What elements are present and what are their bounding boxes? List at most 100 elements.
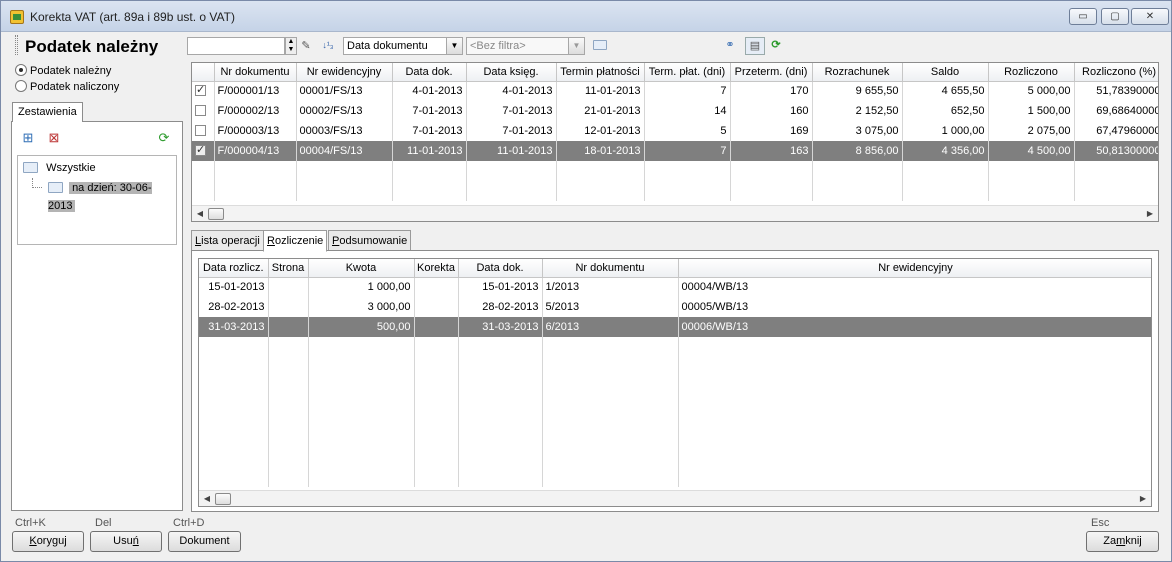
table-row[interactable]: F/000003/13 00003/FS/13 7-01-2013 7-01-2013… xyxy=(192,121,1158,141)
table-row[interactable]: 28-02-2013 3 000,00 28-02-2013 5/2013 00005/… xyxy=(199,297,1151,317)
column-header[interactable]: Nr ewidencyjny xyxy=(296,63,393,82)
add-node-icon[interactable]: ⊞ xyxy=(20,130,36,146)
scroll-right-icon[interactable]: ▶ xyxy=(1137,492,1149,505)
column-header-check[interactable] xyxy=(192,63,215,82)
table-cell: 4-01-2013 xyxy=(466,81,557,101)
tree-connector xyxy=(32,178,42,188)
column-header[interactable]: Rozliczono (%) xyxy=(1074,63,1158,82)
table-cell: 160 xyxy=(730,101,813,121)
radio-button[interactable] xyxy=(15,64,27,76)
row-checkbox-cell[interactable] xyxy=(192,81,215,101)
table-cell: 14 xyxy=(644,101,731,121)
table-cell: 15-01-2013 xyxy=(458,277,543,297)
table-cell: 31-03-2013 xyxy=(458,317,543,337)
tab-zestawienia[interactable]: Zestawienia xyxy=(12,102,83,122)
column-header[interactable]: Data dok. xyxy=(392,63,467,82)
table-cell: 00002/FS/13 xyxy=(296,101,393,121)
table-cell: 1 000,00 xyxy=(902,121,989,141)
column-header[interactable]: Przeterm. (dni) xyxy=(730,63,813,82)
table-cell: 6/2013 xyxy=(542,317,679,337)
table-row[interactable]: 31-03-2013 500,00 31-03-2013 6/2013 00006/WB… xyxy=(199,317,1151,337)
horizontal-scrollbar[interactable]: ◀ ▶ xyxy=(199,490,1151,506)
table-row[interactable]: F/000004/1300004/FS/1311-01-201311-01-20… xyxy=(192,141,1158,161)
chevron-down-icon[interactable]: ▼ xyxy=(446,38,462,54)
column-header[interactable]: Strona xyxy=(268,259,309,278)
date-field-select[interactable]: Data dokumentu ▼ xyxy=(343,37,463,55)
table-cell: 500,00 xyxy=(308,317,415,337)
horizontal-scrollbar[interactable]: ◀ ▶ xyxy=(192,205,1158,221)
close-button[interactable]: ✕ xyxy=(1131,8,1169,25)
table-row[interactable]: F/000001/1300001/FS/134-01-20134-01-2013… xyxy=(192,81,1158,101)
column-header[interactable]: Term. płat. (dni) xyxy=(644,63,731,82)
scroll-right-icon[interactable]: ▶ xyxy=(1144,207,1156,220)
title-bar: Korekta VAT (art. 89a i 89b ust. o VAT) … xyxy=(1,1,1171,32)
documents-header-row: Nr dokumentu Nr ewidencyjny Data dok. Da… xyxy=(192,63,1158,82)
column-header[interactable]: Rozrachunek xyxy=(812,63,903,82)
column-header[interactable]: Saldo xyxy=(902,63,989,82)
usun-button[interactable]: Usuń xyxy=(90,531,162,552)
table-cell xyxy=(414,277,459,297)
row-checkbox[interactable] xyxy=(195,104,206,116)
radio-podatek-naliczony[interactable]: Podatek naliczony xyxy=(15,80,119,95)
table-cell: 5 000,00 xyxy=(988,81,1075,101)
toolbar-grip xyxy=(15,35,18,55)
column-header[interactable]: Data dok. xyxy=(458,259,543,278)
column-header[interactable]: Data księg. xyxy=(466,63,557,82)
dokument-button[interactable]: Dokument xyxy=(168,531,241,552)
table-cell: 31-03-2013 xyxy=(199,317,269,337)
scroll-thumb[interactable] xyxy=(215,493,231,505)
row-checkbox[interactable] xyxy=(195,83,206,96)
refresh-icon[interactable]: ⟳ xyxy=(769,38,783,52)
table-cell: 1/2013 xyxy=(542,277,679,297)
tree-node-root[interactable]: Wszystkie xyxy=(23,159,96,177)
row-checkbox-cell[interactable] xyxy=(192,121,215,141)
radio-podatek-nalezny[interactable]: Podatek należny xyxy=(15,64,111,79)
column-header[interactable]: Rozliczono xyxy=(988,63,1075,82)
row-checkbox-cell[interactable] xyxy=(192,101,215,121)
tab-lista-operacji[interactable]: Lista operacji xyxy=(191,230,264,251)
search-input[interactable] xyxy=(187,37,285,55)
table-view-icon[interactable]: ▤ xyxy=(745,37,765,55)
row-checkbox[interactable] xyxy=(195,143,206,156)
chevron-down-icon[interactable]: ▼ xyxy=(568,38,584,54)
table-cell: 2 152,50 xyxy=(812,101,903,121)
column-header[interactable]: Korekta xyxy=(414,259,459,278)
table-cell: 51,78390000 xyxy=(1074,81,1158,101)
search-spinner[interactable]: ▲ ▼ xyxy=(285,37,297,55)
minimize-button[interactable]: ▭ xyxy=(1069,8,1097,25)
column-header[interactable]: Data rozlicz. xyxy=(199,259,269,278)
pencil-icon[interactable]: ✎ xyxy=(299,39,313,53)
scroll-thumb[interactable] xyxy=(208,208,224,220)
folder-icon[interactable] xyxy=(593,38,607,52)
row-checkbox-cell[interactable] xyxy=(192,141,215,161)
column-header[interactable]: Nr dokumentu xyxy=(214,63,297,82)
zamknij-button[interactable]: Zamknij xyxy=(1086,531,1159,552)
table-cell: 2 075,00 xyxy=(988,121,1075,141)
refresh-icon[interactable]: ⟳ xyxy=(156,130,172,146)
column-header[interactable]: Nr dokumentu xyxy=(542,259,679,278)
maximize-button[interactable]: ▢ xyxy=(1101,8,1129,25)
tab-rozliczenie[interactable]: Rozliczenie xyxy=(263,230,328,252)
table-cell: 3 000,00 xyxy=(308,297,415,317)
window-title: Korekta VAT (art. 89a i 89b ust. o VAT) xyxy=(30,10,235,24)
zamknij-shortcut: Esc xyxy=(1091,517,1110,529)
tab-podsumowanie[interactable]: Podsumowanie xyxy=(328,230,412,251)
column-header[interactable]: Kwota xyxy=(308,259,415,278)
table-cell: 4 356,00 xyxy=(902,141,989,161)
scroll-left-icon[interactable]: ◀ xyxy=(201,492,213,505)
scroll-left-icon[interactable]: ◀ xyxy=(194,207,206,220)
zestawienia-tree: Wszystkie na dzień: 30-06-2013 xyxy=(17,155,177,245)
table-row[interactable]: F/000002/13 00002/FS/13 7-01-2013 7-01-2013… xyxy=(192,101,1158,121)
row-checkbox[interactable] xyxy=(195,124,206,136)
filter-select[interactable]: <Bez filtra> ▼ xyxy=(466,37,585,55)
radio-button[interactable] xyxy=(15,80,27,92)
link-icon[interactable]: ⚭ xyxy=(723,38,737,52)
column-header[interactable]: Nr ewidencyjny xyxy=(678,259,1151,278)
column-header[interactable]: Termin płatności xyxy=(556,63,645,82)
table-row[interactable]: 15-01-2013 1 000,00 15-01-2013 1/2013 00004/… xyxy=(199,277,1151,297)
koryguj-button[interactable]: Koryguj xyxy=(12,531,84,552)
sort-icon[interactable]: ↓¹₃ xyxy=(321,38,335,52)
table-cell: 18-01-2013 xyxy=(556,141,645,161)
tree-node-child[interactable]: na dzień: 30-06-2013 xyxy=(48,179,176,212)
remove-node-icon[interactable]: ⊠ xyxy=(46,130,62,146)
